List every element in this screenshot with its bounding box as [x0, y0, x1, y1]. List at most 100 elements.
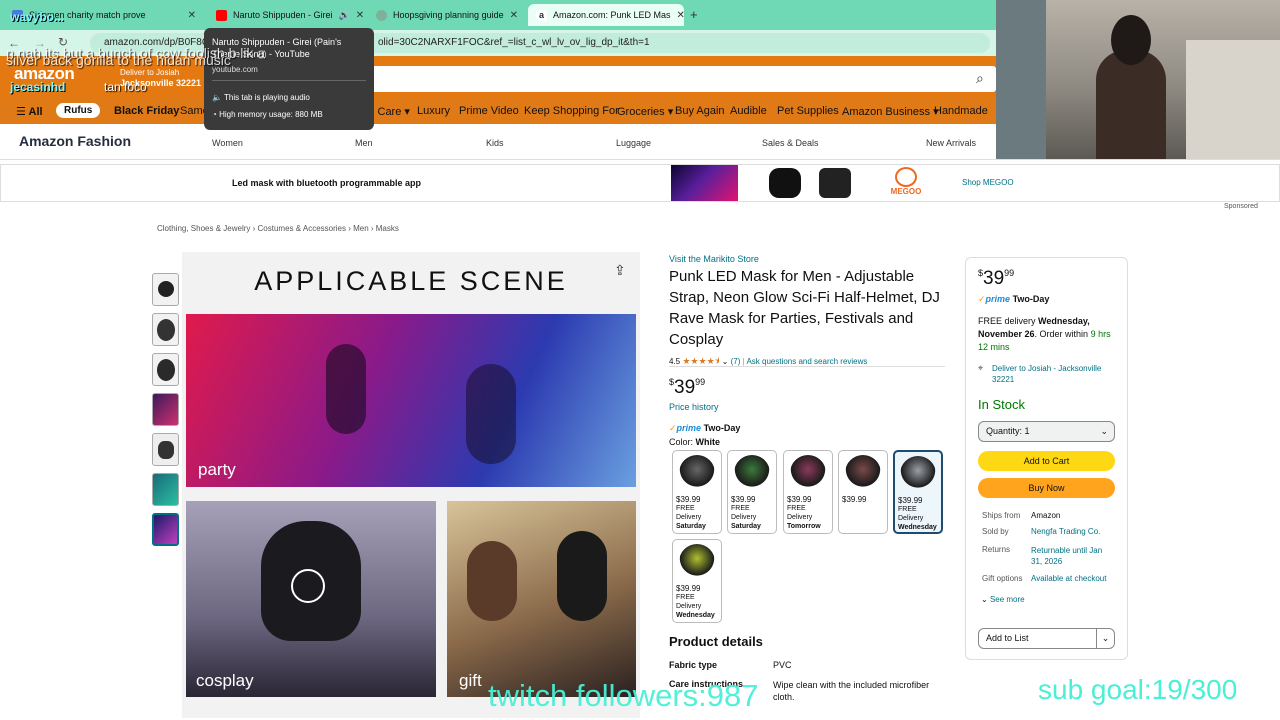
see-more-toggle[interactable]: ⌄ See more	[981, 595, 1025, 604]
chat-message: tan foco	[104, 80, 147, 94]
rufus-label: Rufus	[64, 105, 93, 116]
dancer-silhouette	[466, 364, 516, 464]
amazon-nav-bar: ☰ All Rufus Black Friday Same l Care ▾ L…	[0, 98, 996, 124]
cosplay-scene-image: cosplay	[186, 501, 436, 697]
star-rating-icon[interactable]: ★★★★⯨	[682, 356, 719, 366]
nav-item[interactable]: Amazon Business ▾	[842, 105, 939, 118]
rufus-button[interactable]: Rufus	[56, 103, 101, 118]
chat-username: jecasinhd	[10, 80, 66, 94]
hamburger-icon: ☰	[16, 106, 29, 118]
nav-item[interactable]: Black Friday	[114, 105, 179, 117]
buybox-price: $3999	[978, 268, 1014, 290]
variant-delivery: FREE Delivery	[787, 505, 813, 521]
returns-link[interactable]: Returnable until Jan 31, 2026	[1031, 545, 1115, 567]
chevron-down-icon[interactable]: ⌄	[722, 357, 729, 366]
add-to-list-button[interactable]: Add to List ⌄	[978, 628, 1115, 649]
thumbnail[interactable]	[152, 433, 179, 466]
close-icon[interactable]: ✕	[677, 10, 684, 21]
delivery-label: FREE delivery	[978, 316, 1039, 326]
quantity-select[interactable]: Quantity: 1 ⌄	[978, 421, 1115, 442]
tab-naruto[interactable]: Naruto Shippuden - Girei 🔊 ✕	[208, 4, 368, 26]
tab-hoopsgiving[interactable]: Hoopsgiving planning guide ✕	[368, 4, 526, 26]
variant-delivery-day: Wednesday	[898, 524, 937, 531]
delivery-estimate: FREE delivery Wednesday, November 26. Or…	[978, 315, 1116, 354]
price-whole: 39	[674, 377, 696, 398]
tab-amazon[interactable]: a Amazon.com: Punk LED Mas ✕	[528, 4, 684, 26]
nav-item[interactable]: Keep Shopping For	[524, 105, 619, 117]
close-icon[interactable]: ✕	[188, 10, 196, 21]
sponsored-ad-banner[interactable]: Led mask with bluetooth programmable app…	[0, 164, 1280, 202]
breadcrumb-item[interactable]: Men	[353, 224, 369, 233]
amazon-icon: a	[536, 9, 547, 21]
ad-text: Led mask with bluetooth programmable app	[232, 178, 422, 188]
buy-now-button[interactable]: Buy Now	[978, 478, 1115, 498]
sold-by-link[interactable]: Nengfa Trading Co.	[1031, 527, 1100, 536]
add-to-cart-button[interactable]: Add to Cart	[978, 451, 1115, 471]
memory-icon: ◔	[212, 110, 220, 119]
nav-item[interactable]: Pet Supplies	[777, 105, 839, 117]
thumbnail-selected[interactable]	[152, 513, 179, 546]
fashion-nav-item[interactable]: Luggage	[616, 138, 651, 148]
variant-image	[679, 455, 715, 491]
product-main-image[interactable]: APPLICABLE SCENE party cosplay gift ⇪	[182, 252, 640, 718]
deliver-to-link[interactable]: Deliver to Josiah - Jacksonville 32221	[992, 363, 1110, 385]
fashion-nav-item[interactable]: Men	[355, 138, 373, 148]
tab-hover-tooltip: Naruto Shippuden - Girei (Pain's Theme S…	[204, 28, 374, 130]
fashion-nav-item[interactable]: New Arrivals	[926, 138, 976, 148]
color-variant-swatch-selected[interactable]: $39.99 FREE Delivery Wednesday	[893, 450, 943, 534]
thumbnail[interactable]	[152, 353, 179, 386]
breadcrumb-item[interactable]: Costumes & Accessories	[258, 224, 346, 233]
fashion-nav-item[interactable]: Women	[212, 138, 243, 148]
store-link[interactable]: Visit the Marikito Store	[669, 254, 759, 264]
review-count[interactable]: (7)	[731, 357, 741, 366]
thumbnail[interactable]	[152, 393, 179, 426]
color-variant-swatch[interactable]: $39.99 FREE Delivery Wednesday	[672, 539, 722, 623]
price-cents: 99	[1004, 268, 1015, 278]
nav-item[interactable]: Buy Again	[675, 105, 725, 117]
nav-item[interactable]: l Care ▾	[372, 105, 410, 118]
product-title: Punk LED Mask for Men - Adjustable Strap…	[669, 268, 940, 348]
nav-item[interactable]: Prime Video	[459, 105, 519, 117]
close-icon[interactable]: ✕	[510, 10, 518, 21]
shop-megoo-link[interactable]: Shop MEGOO	[962, 178, 1014, 187]
fashion-title[interactable]: Amazon Fashion	[19, 133, 131, 149]
thumbnail[interactable]	[152, 273, 179, 306]
color-variant-swatch[interactable]: $39.99	[838, 450, 888, 534]
new-tab-button[interactable]: +	[690, 7, 698, 22]
breadcrumb-item[interactable]: Clothing, Shoes & Jewelry	[157, 224, 250, 233]
close-icon[interactable]: ✕	[356, 10, 364, 21]
sponsored-label[interactable]: Sponsored	[1224, 203, 1258, 210]
deliver-label[interactable]: Deliver to Josiah	[120, 68, 179, 77]
color-variant-swatch[interactable]: $39.99 FREE Delivery Saturday	[672, 450, 722, 534]
speaker-icon: 🔈	[212, 93, 225, 102]
price-history-link[interactable]: Price history	[669, 402, 719, 412]
thumbnail[interactable]	[152, 473, 179, 506]
sold-by-label: Sold by	[982, 527, 1009, 536]
party-scene-image: party	[186, 314, 636, 487]
followers-overlay: twitch followers:987	[488, 678, 759, 713]
color-variant-swatch[interactable]: $39.99 FREE Delivery Saturday	[727, 450, 777, 534]
breadcrumb-item[interactable]: Masks	[376, 224, 399, 233]
prime-logo: prime	[985, 294, 1011, 304]
share-icon[interactable]: ⇪	[614, 262, 626, 279]
variant-delivery-day: Tomorrow	[787, 523, 821, 530]
prime-badge: ✓prime Two-Day	[669, 423, 740, 434]
fashion-nav-item[interactable]: Sales & Deals	[762, 138, 819, 148]
variant-delivery: FREE Delivery	[898, 506, 924, 522]
nav-item[interactable]: Luxury	[417, 105, 450, 117]
prime-logo: prime	[676, 423, 702, 433]
fashion-nav-item[interactable]: Kids	[486, 138, 504, 148]
ad-image	[671, 165, 738, 201]
color-variant-swatch[interactable]: $39.99 FREE Delivery Tomorrow	[783, 450, 833, 534]
thumbnail[interactable]	[152, 313, 179, 346]
nav-item[interactable]: Handmade	[934, 105, 988, 117]
search-icon[interactable]: ⌕	[976, 70, 984, 87]
nav-item[interactable]: Audible	[730, 105, 767, 117]
all-menu-button[interactable]: ☰ All	[16, 105, 43, 118]
quantity-value: Quantity: 1	[986, 426, 1030, 436]
nav-item[interactable]: Groceries ▾	[617, 105, 673, 118]
gift-options-link[interactable]: Available at checkout	[1031, 574, 1106, 583]
chevron-down-icon[interactable]: ⌄	[1096, 629, 1114, 648]
speaker-icon[interactable]: 🔊	[339, 10, 350, 21]
qa-link[interactable]: Ask questions and search reviews	[746, 357, 867, 366]
